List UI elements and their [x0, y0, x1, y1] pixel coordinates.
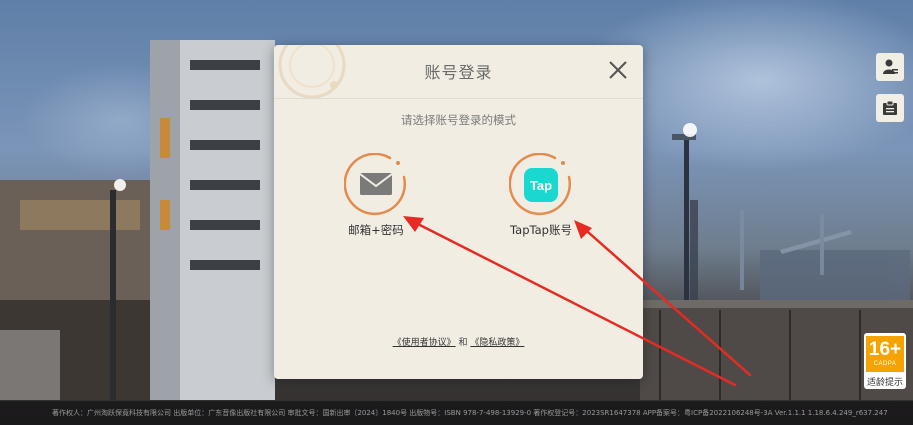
age-rating-number: 16+ [868, 339, 902, 360]
age-rating-badge[interactable]: 16+ CADPA 适龄提示 [864, 333, 906, 389]
login-dialog: 账号登录 请选择账号登录的模式 邮箱+密码 Tap TapTap账号 《使用者协… [274, 45, 643, 379]
user-icon [883, 59, 898, 74]
close-icon [609, 61, 627, 79]
email-option-label: 邮箱+密码 [348, 223, 404, 237]
taptap-option-label: TapTap账号 [510, 223, 572, 237]
taptap-logo-text: Tap [530, 178, 552, 193]
age-rating-icon: 16+ CADPA [866, 336, 904, 372]
copyright-text: 著作权人：广州淘跃保竟科技有限公司 出版单位：广东音像出版社有限公司 审批文号：… [52, 409, 888, 417]
mail-icon [359, 173, 393, 195]
login-mode-subtitle: 请选择账号登录的模式 [401, 113, 516, 127]
close-button[interactable] [607, 59, 629, 81]
taptap-login-option[interactable]: Tap TapTap账号 [500, 153, 582, 238]
user-agreement-link[interactable]: 《使用者协议》 [393, 338, 456, 348]
taptap-icon: Tap [524, 168, 558, 202]
agreements-connector: 和 [458, 338, 468, 348]
age-rating-org: CADPA [873, 361, 897, 367]
email-login-option[interactable]: 邮箱+密码 [336, 153, 416, 238]
copyright-footer: 著作权人：广州淘跃保竟科技有限公司 出版单位：广东音像出版社有限公司 审批文号：… [0, 401, 913, 425]
title-divider [274, 98, 643, 99]
agreements-line: 《使用者协议》 和 《隐私政策》 [274, 335, 643, 348]
user-center-button[interactable] [876, 53, 904, 81]
taptap-option-ring: Tap [509, 153, 573, 217]
announcement-button[interactable] [876, 94, 904, 122]
age-rating-label: 适龄提示 [866, 378, 903, 388]
clipboard-icon [883, 100, 897, 115]
dialog-title: 账号登录 [424, 63, 493, 82]
email-option-ring [344, 153, 408, 217]
privacy-policy-link[interactable]: 《隐私政策》 [470, 338, 524, 348]
